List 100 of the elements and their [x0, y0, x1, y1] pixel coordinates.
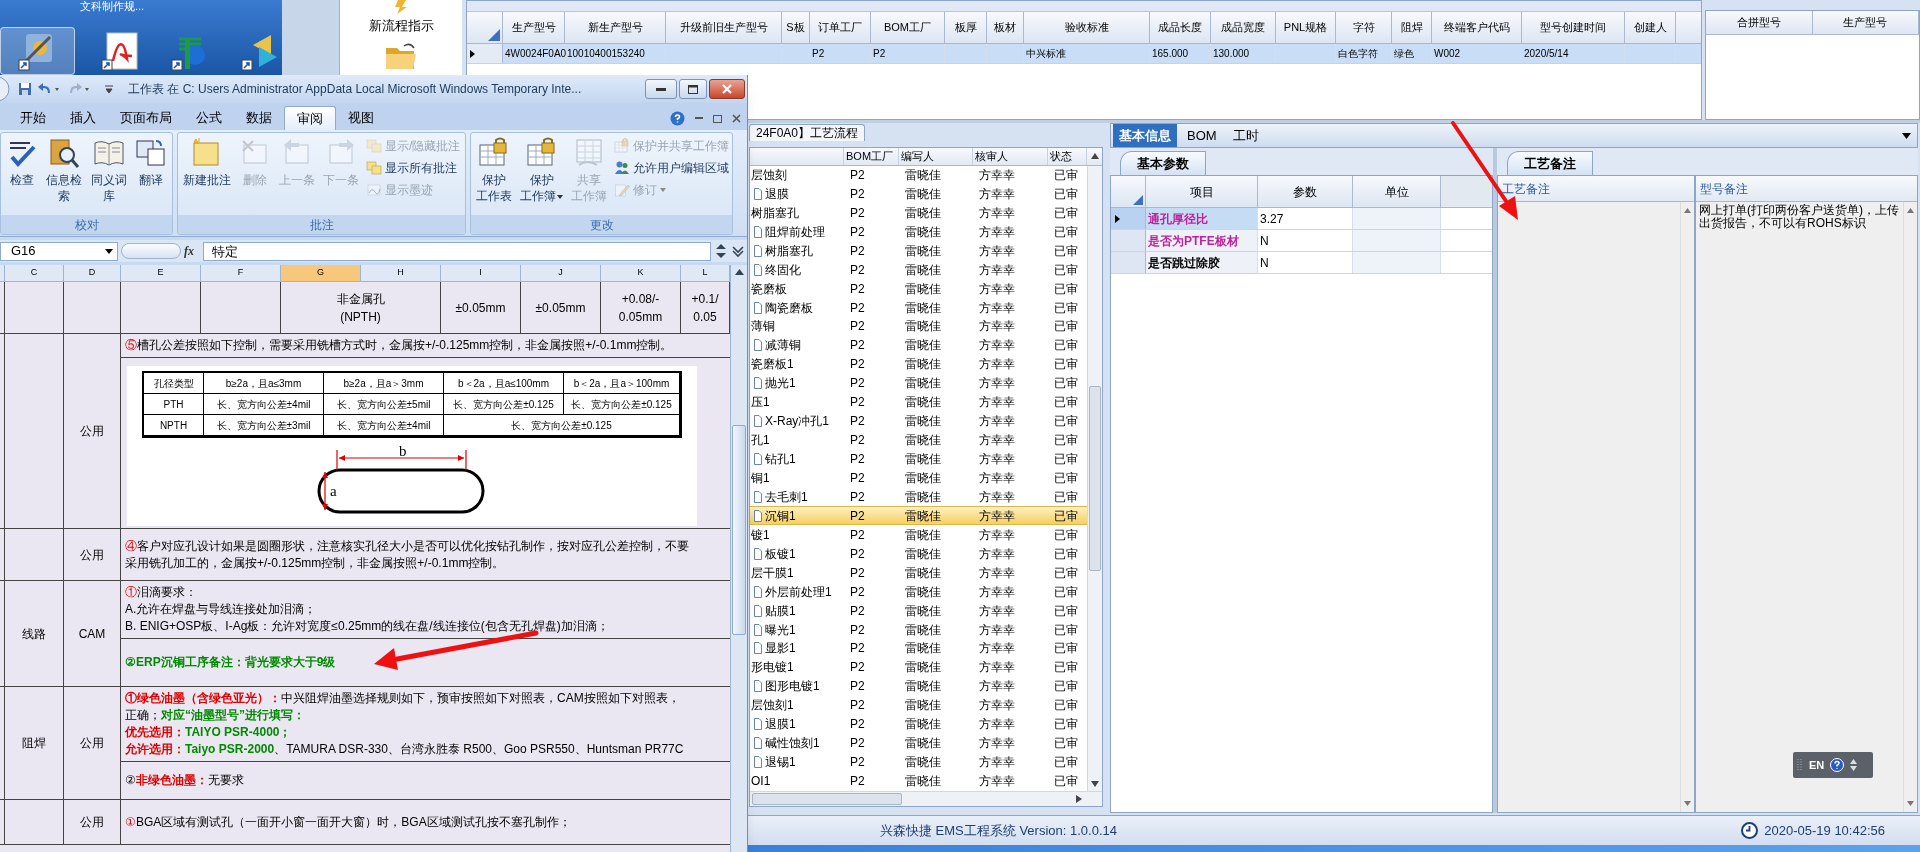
ribbon-tab[interactable]: 审阅	[284, 106, 336, 130]
ribbon-button[interactable]: 允许用户编辑区域	[614, 159, 729, 177]
process-name[interactable]: 镀1	[751, 525, 770, 544]
ribbon-tab[interactable]: 公式	[184, 106, 234, 130]
column-header[interactable]: K	[601, 265, 681, 281]
column-header[interactable]: 创建人	[1625, 12, 1676, 43]
column-header[interactable]: 板材	[987, 12, 1024, 43]
process-name[interactable]: 陶瓷磨板	[765, 298, 813, 317]
ribbon-tab[interactable]: 视图	[336, 106, 386, 130]
process-name[interactable]: 铜1	[751, 468, 770, 487]
ribbon-tab[interactable]: 页面布局	[108, 106, 184, 130]
process-name[interactable]: OI1	[751, 772, 771, 791]
icon-caption[interactable]: 文科制作规...	[80, 0, 145, 12]
ribbon-button[interactable]: 显示所有批注	[366, 159, 461, 177]
scrollbar[interactable]	[1087, 165, 1102, 791]
column-header[interactable]: J	[521, 265, 601, 281]
column-header[interactable]: 成品宽度	[1211, 12, 1276, 43]
column-header[interactable]: C	[5, 265, 64, 281]
column-header[interactable]: 生产型号	[503, 12, 565, 43]
panel-tab[interactable]: 24F0A0】工艺流程	[749, 124, 866, 141]
ribbon-tab[interactable]: 数据	[234, 106, 284, 130]
close-button[interactable]	[709, 79, 745, 99]
process-name[interactable]: 曝光1	[765, 620, 796, 639]
process-name[interactable]: 压1	[751, 393, 770, 412]
language-indicator[interactable]: EN	[1809, 756, 1825, 774]
process-name[interactable]: 退膜	[765, 184, 789, 203]
column-header[interactable]: 验收标准	[1024, 12, 1150, 43]
process-name[interactable]: 孔1	[751, 431, 770, 450]
column-header[interactable]: 核审人	[973, 148, 1048, 165]
insert-function-button[interactable]: fx	[184, 242, 200, 260]
process-name[interactable]: 显影1	[765, 639, 796, 658]
process-name[interactable]: 形电镀1	[751, 658, 794, 677]
column-header[interactable]: BOM工厂	[871, 12, 945, 43]
column-header[interactable]: 成品长度	[1150, 12, 1211, 43]
process-name[interactable]: 退锡1	[765, 753, 796, 772]
process-name[interactable]: 树脂塞孔	[751, 203, 799, 222]
process-name[interactable]: 抛光1	[765, 374, 796, 393]
process-row[interactable]: 沉铜1 P2 雷晓佳 方幸幸 已审	[750, 506, 1087, 526]
ribbon-button[interactable]: 保护 工作簿	[517, 137, 566, 204]
language-bar[interactable]: EN	[1793, 752, 1873, 778]
column-header[interactable]: 编写人	[899, 148, 973, 165]
ribbon-button[interactable]: 检查	[3, 137, 41, 188]
ribbon-tab[interactable]: 插入	[58, 106, 108, 130]
ribbon-button[interactable]: 保护 工作表	[473, 137, 515, 204]
process-name[interactable]: 瓷磨板	[751, 279, 787, 298]
process-name[interactable]: 碱性蚀刻1	[765, 734, 820, 753]
column-header[interactable]: S板	[782, 12, 810, 43]
process-name[interactable]: 减薄铜	[765, 336, 801, 355]
process-name[interactable]: 去毛刺1	[765, 487, 808, 506]
ribbon-tab[interactable]: 开始	[8, 106, 58, 130]
tab[interactable]: 基本信息	[1113, 124, 1177, 147]
ribbon-button[interactable]: 信息检索	[43, 137, 86, 204]
column-header[interactable]: 参数	[1258, 176, 1353, 207]
column-header[interactable]: 合拼型号	[1706, 11, 1813, 34]
column-header[interactable]: H	[361, 265, 441, 281]
process-name[interactable]: 层干膜1	[751, 563, 794, 582]
panel-tab[interactable]: 工艺备注	[1507, 151, 1593, 175]
process-name[interactable]: 薄铜	[751, 317, 775, 336]
process-name[interactable]: 钻孔1	[765, 450, 796, 469]
scrollbar-thumb[interactable]	[1089, 385, 1101, 571]
table-row[interactable]: 4W0024F0A010010400153240 P2 P2 中兴标准 165.000 130.000 白色字符 绿色 W002 2020/5/14	[467, 44, 1701, 64]
tab[interactable]: 工时	[1226, 124, 1265, 147]
column-header[interactable]: 板厚	[945, 12, 987, 43]
scrollbar-thumb[interactable]	[752, 792, 902, 805]
column-header[interactable]: E	[121, 265, 201, 281]
column-header[interactable]: 型号创建时间	[1522, 12, 1625, 43]
flow-button[interactable]: 新流程指示	[368, 18, 434, 34]
ribbon-button[interactable]: 新建批注	[180, 137, 234, 188]
splitter-handle[interactable]	[121, 243, 181, 259]
minimize-button[interactable]	[645, 79, 677, 99]
column-header[interactable]: 生产型号	[1812, 11, 1919, 34]
column-header[interactable]: PNL规格	[1276, 12, 1336, 43]
name-box[interactable]: G16	[0, 241, 118, 261]
formula-field[interactable]: 特定	[203, 241, 711, 261]
column-header[interactable]: I	[441, 265, 521, 281]
process-name[interactable]: 瓷磨板1	[751, 355, 794, 374]
scrollbar[interactable]	[730, 265, 747, 852]
column-header[interactable]: 新生产型号	[565, 12, 666, 43]
process-name[interactable]: 贴膜1	[765, 601, 796, 620]
process-name[interactable]: 层蚀刻	[751, 165, 787, 184]
desktop-shortcut[interactable]	[0, 27, 75, 75]
maximize-button[interactable]	[679, 79, 707, 99]
process-name[interactable]: 外层前处理1	[765, 582, 832, 601]
column-header[interactable]: 工艺备注	[1498, 176, 1694, 202]
process-name[interactable]: 退膜1	[765, 715, 796, 734]
tab[interactable]: BOM	[1181, 124, 1223, 147]
panel-tab[interactable]: 基本参数	[1120, 151, 1206, 175]
column-header[interactable]: BOM工厂	[844, 148, 899, 165]
scrollbar-thumb[interactable]	[732, 425, 746, 635]
column-header[interactable]: 订单工厂	[810, 12, 871, 43]
process-name[interactable]: 板镀1	[765, 544, 796, 563]
process-name[interactable]: 树脂塞孔	[765, 241, 813, 260]
process-name[interactable]: 终固化	[765, 260, 801, 279]
column-header[interactable]: 升级前旧生产型号	[666, 12, 782, 43]
column-header[interactable]: 状态	[1048, 148, 1087, 165]
row-selector[interactable]	[1111, 208, 1146, 229]
process-name[interactable]: X-Ray冲孔1	[765, 412, 829, 431]
column-header[interactable]: 型号备注	[1696, 176, 1917, 202]
column-header[interactable]: D	[64, 265, 121, 281]
column-header[interactable]: 字符	[1336, 12, 1392, 43]
